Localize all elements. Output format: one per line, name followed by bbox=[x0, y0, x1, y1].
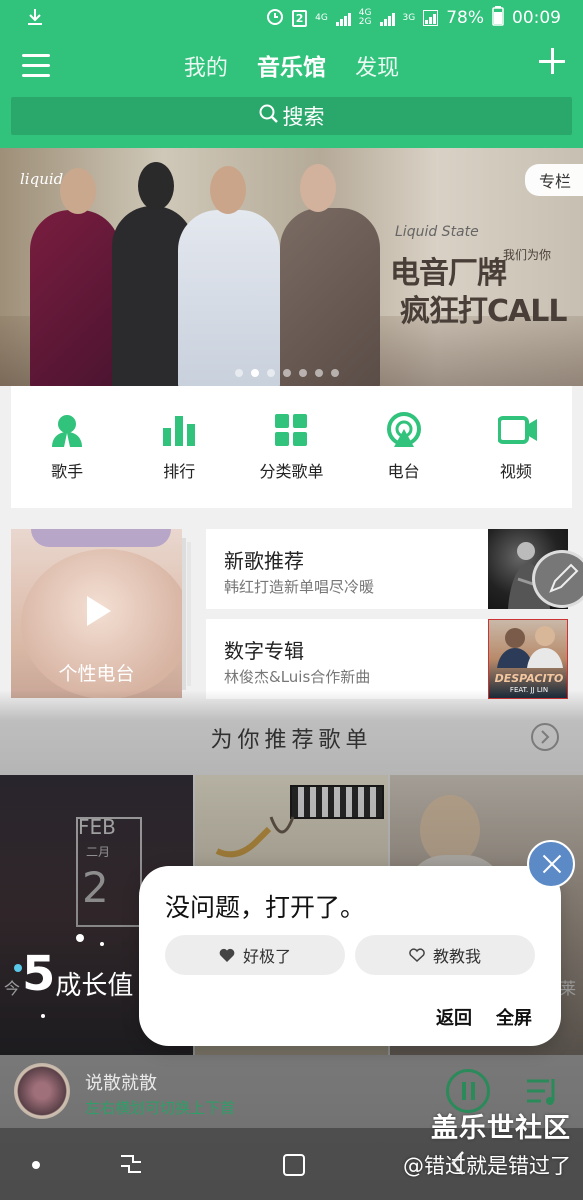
nav-indicator-icon[interactable] bbox=[32, 1161, 40, 1169]
calendar-day: 2 bbox=[82, 863, 109, 912]
now-playing-cover[interactable] bbox=[14, 1063, 70, 1119]
carousel-dot[interactable] bbox=[331, 369, 339, 377]
banner-person-3 bbox=[178, 210, 280, 386]
banner-subtitle: Liquid State bbox=[395, 224, 479, 240]
signal-icon-2 bbox=[379, 10, 395, 26]
banner-carousel[interactable]: liquid 专栏 Liquid State 电音厂牌 我们为你 疯狂打CALL bbox=[0, 148, 583, 386]
nav-radio[interactable]: 电台 bbox=[354, 412, 454, 482]
new-songs-recommend[interactable]: 新歌推荐 韩红打造新单唱尽冷暖 bbox=[206, 529, 568, 609]
dialog-fullscreen-button[interactable]: 全屏 bbox=[496, 1004, 532, 1030]
search-bar[interactable]: 搜索 bbox=[11, 97, 572, 135]
battery-percent: 78% bbox=[446, 8, 484, 28]
piano-keyboard bbox=[290, 785, 384, 819]
tab-music-hall[interactable]: 音乐馆 bbox=[257, 48, 326, 82]
signal-icon bbox=[335, 10, 351, 26]
growth-label: 成长值 bbox=[55, 971, 134, 1001]
heart-filled-icon bbox=[219, 948, 235, 962]
network-tag-1: 4G bbox=[315, 12, 328, 23]
network-tag-2: 4G 2G bbox=[358, 8, 372, 27]
rec-title: 数字专辑 bbox=[224, 639, 304, 663]
nav-singer[interactable]: 歌手 bbox=[17, 412, 117, 482]
calendar-month: FEB bbox=[78, 815, 116, 839]
album-cover-title: DESPACITO bbox=[494, 672, 564, 685]
sim-badge: 2 bbox=[292, 9, 308, 27]
clock: 00:09 bbox=[512, 8, 561, 28]
playlist-queue-icon[interactable] bbox=[525, 1077, 559, 1107]
now-playing-hint: 左右横划可切换上下首 bbox=[85, 1099, 236, 1117]
watermark-user: @错过就是错过了 bbox=[403, 1154, 571, 1178]
play-icon bbox=[87, 596, 111, 626]
quick-nav: 歌手 排行 分类歌单 电台 视频 bbox=[11, 386, 572, 508]
carousel-dot[interactable] bbox=[267, 369, 275, 377]
carousel-dots bbox=[235, 369, 339, 377]
search-icon bbox=[259, 104, 279, 129]
dialog-back-button[interactable]: 返回 bbox=[436, 1004, 472, 1030]
heart-outline-icon bbox=[409, 948, 425, 962]
saxophone-graphic bbox=[215, 826, 272, 858]
signal-icon-3 bbox=[423, 10, 439, 26]
teach-me-button[interactable]: 教教我 bbox=[355, 935, 535, 975]
close-icon[interactable] bbox=[527, 840, 575, 888]
like-button[interactable]: 好极了 bbox=[165, 935, 345, 975]
growth-value: 5 bbox=[22, 946, 56, 1002]
rec-title: 新歌推荐 bbox=[224, 549, 304, 573]
carousel-dot[interactable] bbox=[299, 369, 307, 377]
dialog-message: 没问题，打开了。 bbox=[165, 893, 366, 922]
carousel-dot-active[interactable] bbox=[251, 369, 259, 377]
personal-radio-card[interactable]: 个性电台 bbox=[11, 529, 182, 698]
app-header: 我的 音乐馆 发现 搜索 bbox=[0, 36, 583, 148]
tab-discover[interactable]: 发现 bbox=[355, 50, 399, 82]
video-icon bbox=[496, 412, 537, 448]
banner-person-1 bbox=[30, 210, 120, 386]
banner-column-tag[interactable]: 专栏 bbox=[524, 164, 583, 196]
alarm-icon bbox=[266, 7, 284, 30]
playlist-label-fragment: 莱 bbox=[560, 979, 577, 998]
radio-icon bbox=[386, 412, 422, 448]
battery-icon bbox=[492, 5, 504, 31]
growth-value-toast: 5成长值 bbox=[22, 946, 133, 1002]
banner-person-4 bbox=[280, 208, 380, 386]
nav-ranking[interactable]: 排行 bbox=[129, 412, 229, 482]
floating-edit-button[interactable] bbox=[532, 550, 583, 608]
home-icon[interactable] bbox=[283, 1154, 305, 1176]
network-tag-3: 3G bbox=[402, 12, 416, 23]
status-bar: 2 4G 4G 2G 3G 78% 00:09 bbox=[0, 0, 583, 36]
singer-icon bbox=[49, 412, 85, 448]
assistant-dialog: 没问题，打开了。 好极了 教教我 返回 全屏 bbox=[139, 866, 561, 1046]
calendar-month-cn: 二月 bbox=[86, 845, 111, 859]
now-playing-title: 说散就散 bbox=[85, 1073, 157, 1094]
recent-apps-icon[interactable] bbox=[118, 1152, 144, 1176]
chart-bars-icon bbox=[161, 412, 197, 448]
carousel-dot[interactable] bbox=[283, 369, 291, 377]
top-tabs: 我的 音乐馆 发现 bbox=[0, 48, 583, 82]
search-placeholder: 搜索 bbox=[282, 105, 325, 129]
rec-subtitle: 韩红打造新单唱尽冷暖 bbox=[224, 578, 375, 596]
lyre-graphic bbox=[269, 816, 295, 834]
carousel-dot[interactable] bbox=[315, 369, 323, 377]
nav-category-playlists[interactable]: 分类歌单 bbox=[241, 412, 341, 482]
playlist-label-fragment: 今 bbox=[4, 979, 21, 998]
download-icon bbox=[28, 8, 42, 28]
personal-radio-label: 个性电台 bbox=[58, 663, 135, 685]
nav-video[interactable]: 视频 bbox=[466, 412, 566, 482]
chevron-right-icon[interactable] bbox=[531, 723, 559, 751]
add-icon[interactable] bbox=[539, 48, 567, 76]
album-cover-sub: FEAT. JJ LIN bbox=[509, 686, 549, 694]
digital-album[interactable]: 数字专辑 林俊杰&Luis合作新曲 DESPACITO FEAT. JJ LIN bbox=[206, 619, 568, 699]
banner-brand-logo: liquid bbox=[20, 170, 64, 188]
section-title-recommend-playlists: 为你推荐歌单 bbox=[210, 728, 373, 753]
banner-title-small: 我们为你 bbox=[503, 248, 552, 262]
carousel-dot[interactable] bbox=[235, 369, 243, 377]
watermark-site: 盖乐世社区 bbox=[431, 1113, 571, 1144]
tab-mine[interactable]: 我的 bbox=[184, 50, 228, 82]
rec-subtitle: 林俊杰&Luis合作新曲 bbox=[224, 668, 371, 686]
grid-icon bbox=[273, 412, 309, 448]
banner-title-line2: 疯狂打CALL bbox=[400, 294, 567, 329]
digital-album-cover: DESPACITO FEAT. JJ LIN bbox=[488, 619, 568, 699]
